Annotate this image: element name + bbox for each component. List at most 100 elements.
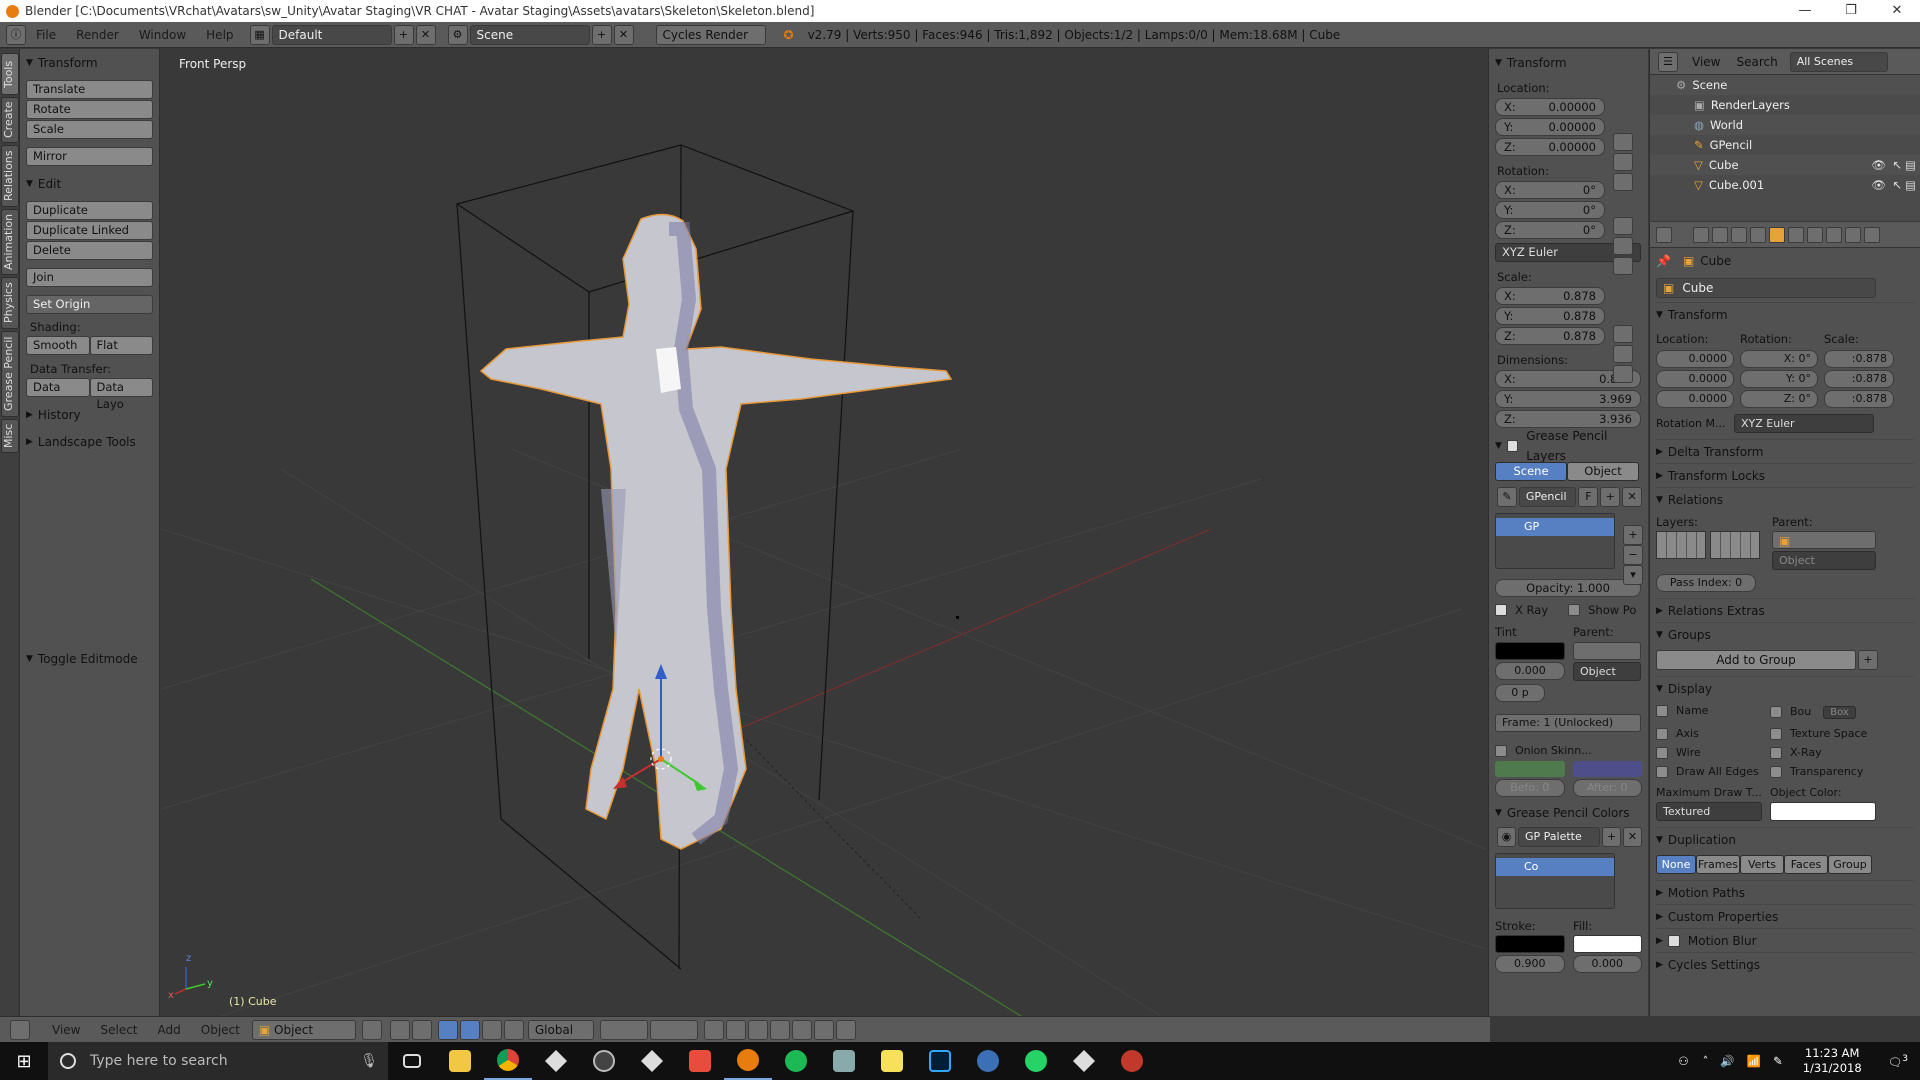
frame-lock-field[interactable]: Frame: 1 (Unlocked) (1495, 714, 1641, 732)
unity-hub-icon[interactable] (628, 1042, 676, 1080)
parent-object-field[interactable]: ▣ (1772, 531, 1876, 549)
onion-before-field[interactable]: Befo: 0 (1495, 779, 1565, 797)
lock-scale-x-icon[interactable] (1613, 325, 1633, 343)
rotate-button[interactable]: Rotate (26, 100, 153, 119)
display-header[interactable]: ▼ Display (1656, 676, 1914, 700)
snap-toggle-icon[interactable] (769, 1019, 790, 1040)
render-engine-dropdown[interactable]: Cycles Render (655, 24, 766, 45)
stroke-color-swatch[interactable] (1495, 935, 1565, 953)
stroke-opacity-field[interactable]: 0.900 (1495, 955, 1565, 973)
outliner-row-renderlayers[interactable]: ▣ RenderLayers (1650, 95, 1920, 115)
relations-extras-header[interactable]: ▶ Relations Extras (1656, 598, 1914, 622)
duplicate-button[interactable]: Duplicate (26, 201, 153, 220)
gp-layer-list[interactable]: GP (1495, 513, 1615, 569)
maximize-button[interactable]: ❐ (1828, 0, 1874, 22)
pin-icon[interactable]: 📌 (1656, 254, 1671, 268)
dup-group-tab[interactable]: Group (1828, 855, 1872, 874)
props-rotation-x[interactable]: X: 0° (1740, 350, 1818, 368)
select-menu[interactable]: Select (90, 1023, 147, 1037)
gp-layers-header[interactable]: ▼ Grease Pencil Layers (1495, 429, 1642, 463)
people-icon[interactable]: ⚇ (1678, 1054, 1688, 1068)
visibility-eye-icon[interactable]: 👁 (1871, 175, 1886, 195)
max-draw-type-dropdown[interactable]: Textured (1656, 802, 1762, 821)
constraints-context-icon[interactable] (1788, 226, 1804, 243)
scene-context-icon[interactable] (1731, 226, 1747, 243)
data-button[interactable]: Data (26, 378, 90, 397)
transparency-checkbox[interactable] (1770, 766, 1782, 778)
gp-layers-checkbox[interactable] (1506, 440, 1519, 452)
palette-remove-icon[interactable]: ✕ (1623, 827, 1642, 847)
viewport-shading-icon[interactable] (361, 1019, 382, 1040)
props-rotation-mode-dropdown[interactable]: XYZ Euler (1734, 414, 1874, 433)
rotate-manipulator-icon[interactable] (481, 1019, 502, 1040)
tab-physics[interactable]: Physics (1, 277, 19, 329)
props-rotation-z[interactable]: Z: 0° (1740, 390, 1818, 408)
relations-header[interactable]: ▼ Relations (1656, 487, 1914, 511)
only-origins-icon[interactable] (411, 1019, 432, 1040)
onion-skin-checkbox[interactable] (1495, 744, 1507, 757)
proportional-falloff-icon[interactable] (747, 1019, 768, 1040)
pass-index-field[interactable]: Pass Index: 0 (1656, 574, 1756, 592)
tab-relations[interactable]: Relations (1, 145, 19, 207)
data-layout-button[interactable]: Data Layo (89, 378, 153, 411)
scale-manipulator-icon[interactable] (503, 1019, 524, 1040)
onion-after-field[interactable]: After: 0 (1572, 779, 1642, 797)
gp-colors-header[interactable]: ▼ Grease Pencil Colors (1495, 803, 1642, 823)
scale-z-field[interactable]: Z: 0.878 (1495, 327, 1605, 345)
dup-frames-tab[interactable]: Frames (1696, 855, 1740, 874)
file-explorer-icon[interactable] (436, 1042, 484, 1080)
interaction-mode-dropdown[interactable]: ▣ Object Mode (251, 1019, 356, 1055)
rotation-z-field[interactable]: Z: 0° (1495, 221, 1605, 239)
groups-header[interactable]: ▼ Groups (1656, 622, 1914, 646)
tab-misc[interactable]: Misc (1, 419, 19, 453)
object-menu[interactable]: Object (191, 1023, 250, 1037)
object-name-field[interactable]: ▣ Cube (1656, 278, 1876, 298)
tab-animation[interactable]: Animation (1, 209, 19, 275)
display-name-checkbox[interactable] (1656, 705, 1668, 717)
props-rotation-y[interactable]: Y: 0° (1740, 370, 1818, 388)
rotation-y-field[interactable]: Y: 0° (1495, 201, 1605, 219)
layers-a-icon[interactable] (599, 1019, 648, 1040)
draw-all-edges-checkbox[interactable] (1656, 766, 1668, 778)
layers-b-icon[interactable] (649, 1019, 698, 1040)
object-context-icon[interactable] (1769, 226, 1785, 243)
motion-blur-header[interactable]: ▶ Motion Blur (1656, 928, 1914, 952)
gp-scene-tab[interactable]: Scene (1495, 462, 1567, 481)
render-context-icon[interactable] (1693, 226, 1709, 243)
n-transform-header[interactable]: ▼ Transform (1495, 53, 1642, 73)
gp-layer-menu-icon[interactable]: ▾ (1623, 565, 1643, 585)
landscape-panel-header[interactable]: ▶ Landscape Tools (26, 432, 153, 452)
lock-location-y-icon[interactable] (1613, 153, 1633, 171)
gp-color-list[interactable]: Co (1495, 853, 1615, 909)
props-transform-header[interactable]: ▼ Transform (1656, 302, 1914, 326)
motion-paths-header[interactable]: ▶ Motion Paths (1656, 880, 1914, 904)
palette-add-icon[interactable]: + (1602, 827, 1621, 847)
outliner-row-gpencil[interactable]: ✎ GPencil (1650, 135, 1920, 155)
spotify-icon[interactable] (772, 1042, 820, 1080)
props-scale-y[interactable]: :0.878 (1824, 370, 1894, 388)
mirror-button[interactable]: Mirror (26, 147, 153, 166)
windows-start-icon[interactable]: ⊞ (0, 1042, 48, 1080)
show-points-checkbox[interactable] (1568, 604, 1581, 616)
thickness-field[interactable]: 0 p (1495, 684, 1545, 702)
edit-panel-header[interactable]: ▼ Edit (26, 174, 153, 194)
translate-manipulator-icon[interactable] (459, 1019, 480, 1040)
palette-datablock[interactable]: GP Palette (1518, 827, 1600, 847)
palette-icon[interactable]: ◉ (1497, 827, 1516, 847)
onion-after-color[interactable] (1572, 761, 1642, 777)
pivot-point-icon[interactable] (389, 1019, 410, 1040)
layout-grid-icon[interactable]: ▦ (249, 24, 270, 45)
tray-chevron-icon[interactable]: ˄ (1703, 1054, 1709, 1068)
lock-rotation-x-icon[interactable] (1613, 217, 1633, 235)
snap-element-icon[interactable] (791, 1019, 812, 1040)
lock-scale-z-icon[interactable] (1613, 365, 1633, 383)
render-layers-context-icon[interactable] (1712, 226, 1728, 243)
3d-viewport[interactable]: z x y Front Persp (1) Cube (161, 49, 1486, 1016)
layout-add-icon[interactable]: + (393, 24, 414, 45)
material-context-icon[interactable] (1845, 226, 1861, 243)
taskbar-clock[interactable]: 11:23 AM 1/31/2018 (1803, 1046, 1862, 1076)
outliner-row-scene[interactable]: ⚙ Scene (1650, 75, 1920, 95)
blender-taskbar-icon[interactable] (724, 1042, 772, 1080)
menu-render[interactable]: Render (66, 28, 129, 42)
app-icon[interactable] (820, 1042, 868, 1080)
